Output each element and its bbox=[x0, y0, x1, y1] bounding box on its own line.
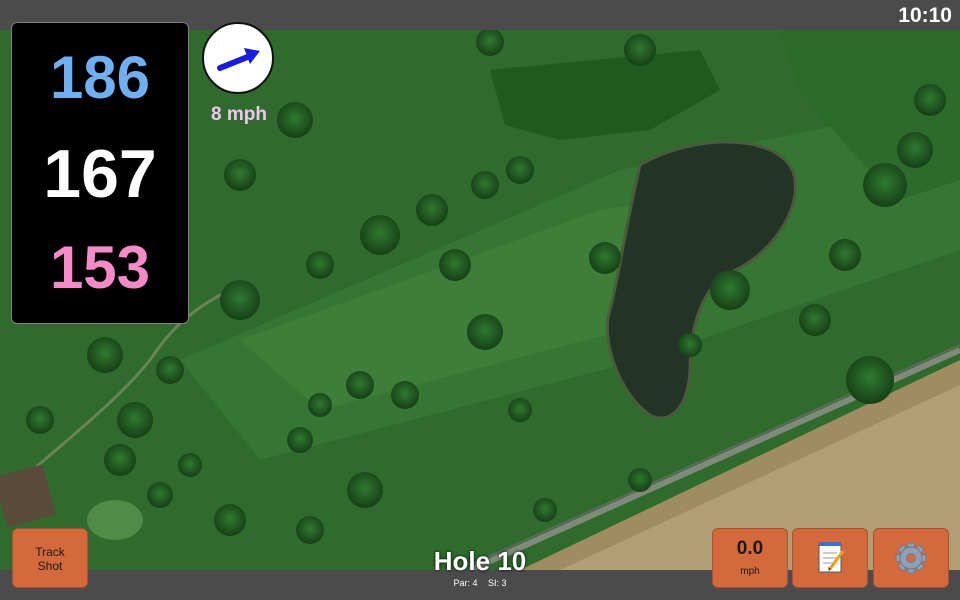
notepad-icon bbox=[818, 542, 845, 573]
gear-icon bbox=[895, 542, 927, 574]
hole-par: Par: 4 bbox=[453, 578, 478, 588]
front-distance: 153 bbox=[49, 234, 151, 301]
scorecard-button[interactable] bbox=[792, 528, 868, 588]
hole-stroke-index: SI: 3 bbox=[488, 578, 507, 588]
wind-direction-dial bbox=[202, 22, 274, 94]
hole-title: Hole 10 bbox=[433, 546, 527, 576]
speed-unit: mph bbox=[740, 566, 760, 577]
wind-speed: 8 mph bbox=[211, 104, 267, 125]
track-shot-button[interactable]: Track Shot bbox=[12, 528, 88, 588]
arrow-icon bbox=[217, 48, 260, 71]
track-shot-label: Track Shot bbox=[35, 545, 65, 573]
middle-distance: 167 bbox=[43, 136, 157, 212]
distance-panel: 186 167 153 bbox=[11, 22, 189, 324]
speed-value: 0.0 bbox=[736, 538, 764, 559]
hole-info: Par: 4 SI: 3 bbox=[380, 578, 580, 588]
clock: 10:10 bbox=[898, 4, 952, 27]
speed-button[interactable]: 0.0 mph bbox=[712, 528, 788, 588]
back-distance: 186 bbox=[49, 44, 151, 111]
settings-button[interactable] bbox=[873, 528, 949, 588]
